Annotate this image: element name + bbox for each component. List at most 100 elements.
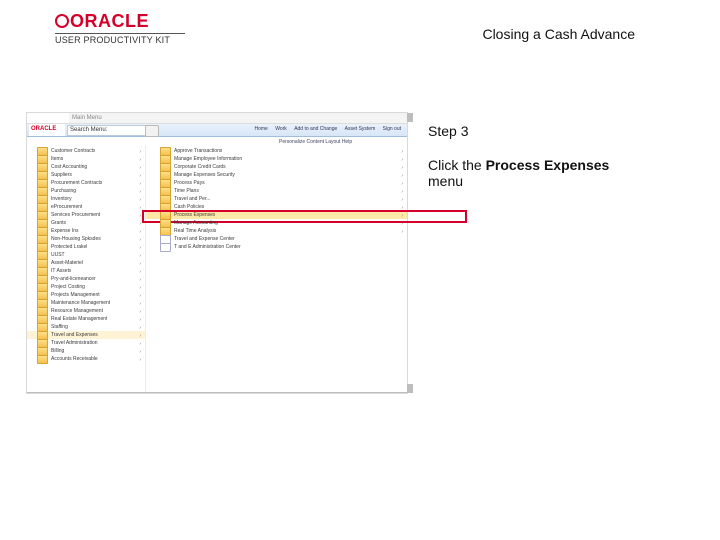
- menu-item[interactable]: Real Estate Management›: [27, 315, 145, 323]
- menu-item-label: Travel and Expenses: [51, 332, 98, 338]
- menu-item-label: Customer Contracts: [51, 148, 95, 154]
- menu-item[interactable]: Maintenance Management›: [27, 299, 145, 307]
- menu-item-label: Approve Transactions: [174, 148, 222, 154]
- menu-item[interactable]: Grants›: [27, 219, 145, 227]
- menu-item[interactable]: Staffing›: [27, 323, 145, 331]
- menu-item-label: Process Expenses: [174, 212, 215, 218]
- menu-item-label: Real Estate Management: [51, 316, 107, 322]
- page-icon: [160, 243, 171, 252]
- menu-item-label: Manage Expenses Security: [174, 172, 235, 178]
- menu-item-label: Cost Accounting: [51, 164, 87, 170]
- folder-icon: [37, 355, 48, 364]
- menu-item[interactable]: Manage Expenses Security›: [146, 171, 407, 179]
- menu-item-label: Procurement Contracts: [51, 180, 102, 186]
- menu-item[interactable]: Procurement Contracts›: [27, 179, 145, 187]
- menu-item-label: Projects Management: [51, 292, 100, 298]
- nav-add[interactable]: Add to and Change: [294, 126, 337, 132]
- menu-item[interactable]: Services Procurement›: [27, 211, 145, 219]
- menu-item[interactable]: Manage Accounting›: [146, 219, 407, 227]
- menu-item-label: Inventory: [51, 196, 72, 202]
- menu-item[interactable]: Process Expenses›: [146, 211, 407, 219]
- menu-item-label: Items: [51, 156, 63, 162]
- menu-item[interactable]: Suppliers›: [27, 171, 145, 179]
- menu-item[interactable]: T and E Administration Center: [146, 243, 407, 251]
- menu-item-label: Purchasing: [51, 188, 76, 194]
- menu-item-label: Grants: [51, 220, 66, 226]
- instruction-text: Click the Process Expenses menu: [428, 157, 630, 189]
- menu-item-label: Suppliers: [51, 172, 72, 178]
- instruction-panel: Step 3 Click the Process Expenses menu: [428, 123, 630, 189]
- menu-item-label: UUST: [51, 252, 65, 258]
- menu-item[interactable]: Accounts Receivable›: [27, 355, 145, 363]
- nav-work[interactable]: Work: [275, 126, 287, 132]
- app-logo: ORACLE: [29, 124, 65, 136]
- menu-item[interactable]: Real Time Analysis›: [146, 227, 407, 235]
- menu-item[interactable]: Inventory›: [27, 195, 145, 203]
- menu-item[interactable]: Projects Management›: [27, 291, 145, 299]
- scrollbar-stub-bottom: [407, 384, 413, 393]
- menu-item-label: Staffing: [51, 324, 68, 330]
- instruction-bold: Process Expenses: [486, 157, 610, 173]
- menu-item[interactable]: Travel Administration›: [27, 339, 145, 347]
- menu-item-label: Project Costing: [51, 284, 85, 290]
- menu-item[interactable]: Approve Transactions›: [146, 147, 407, 155]
- brand-logo: ORACLE USER PRODUCTIVITY KIT: [55, 12, 185, 45]
- nav-asset[interactable]: Asset System: [345, 126, 376, 132]
- menu-item-label: Billing: [51, 348, 64, 354]
- scrollbar-stub-top: [407, 113, 413, 122]
- menu-item-label: Non-Housing Spksdes: [51, 236, 101, 242]
- menu-item-label: eProcurement: [51, 204, 82, 210]
- menu-item-label: Pry-and-liceneancer: [51, 276, 96, 282]
- oracle-wordmark: ORACLE: [55, 12, 185, 30]
- menu-item[interactable]: Travel and Expenses›: [27, 331, 145, 339]
- menu-item-label: IT Assets: [51, 268, 71, 274]
- app-screenshot: Main Menu ORACLE Search Menu: Home Work …: [26, 112, 408, 394]
- menu-col-right: Approve Transactions›Manage Employee Inf…: [146, 145, 407, 393]
- menu-item-label: Manage Employee Information: [174, 156, 242, 162]
- menu-item-label: Resource Management: [51, 308, 103, 314]
- menu-item-label: Maintenance Management: [51, 300, 110, 306]
- menu-item[interactable]: Pry-and-liceneancer›: [27, 275, 145, 283]
- menu-item[interactable]: UUST›: [27, 251, 145, 259]
- menu-item[interactable]: Expense Ins›: [27, 227, 145, 235]
- menu-item[interactable]: eProcurement›: [27, 203, 145, 211]
- menu-item-label: Time Plans: [174, 188, 199, 194]
- menu-item[interactable]: Protected Lrakel›: [27, 243, 145, 251]
- menu-item-label: Protected Lrakel: [51, 244, 87, 250]
- menu-item[interactable]: Purchasing›: [27, 187, 145, 195]
- menu-item[interactable]: Corporate Credit Cards›: [146, 163, 407, 171]
- menu-item[interactable]: Cost Accounting›: [27, 163, 145, 171]
- menu-item-label: Corporate Credit Cards: [174, 164, 226, 170]
- header-nav: Home Work Add to and Change Asset System…: [248, 126, 401, 132]
- menu-item[interactable]: Asset-Materiel›: [27, 259, 145, 267]
- menu-item[interactable]: Billing›: [27, 347, 145, 355]
- app-window: Main Menu ORACLE Search Menu: Home Work …: [27, 113, 407, 393]
- brand-text: ORACLE: [70, 11, 149, 31]
- menu-item[interactable]: Items›: [27, 155, 145, 163]
- menu-item[interactable]: Time Plans›: [146, 187, 407, 195]
- menu-item[interactable]: Cash Policies›: [146, 203, 407, 211]
- menu-item[interactable]: Customer Contracts›: [27, 147, 145, 155]
- breadcrumb-tab[interactable]: Main Menu: [69, 113, 407, 123]
- menu-col-left: Customer Contracts›Items›Cost Accounting…: [27, 145, 146, 393]
- menu-item[interactable]: Manage Employee Information›: [146, 155, 407, 163]
- menu-item[interactable]: Resource Management›: [27, 307, 145, 315]
- menu-item[interactable]: Process Pays›: [146, 179, 407, 187]
- nav-signout[interactable]: Sign out: [383, 126, 401, 132]
- menu-item[interactable]: IT Assets›: [27, 267, 145, 275]
- nav-home[interactable]: Home: [254, 126, 267, 132]
- search-menu-label: Search Menu:: [67, 125, 147, 136]
- menu-body: Customer Contracts›Items›Cost Accounting…: [27, 145, 407, 393]
- menu-item[interactable]: Project Costing›: [27, 283, 145, 291]
- menu-item-label: Travel Administration: [51, 340, 98, 346]
- menu-item-label: Accounts Receivable: [51, 356, 98, 362]
- instruction-pre: Click the: [428, 157, 486, 173]
- menu-item[interactable]: Non-Housing Spksdes›: [27, 235, 145, 243]
- menu-item[interactable]: Travel and Per...›: [146, 195, 407, 203]
- menu-item[interactable]: Travel and Expense Center: [146, 235, 407, 243]
- menu-item-label: Travel and Per...: [174, 196, 211, 202]
- app-header: ORACLE Search Menu: Home Work Add to and…: [27, 124, 407, 137]
- subbrand-text: USER PRODUCTIVITY KIT: [55, 33, 185, 45]
- search-go-button[interactable]: [145, 125, 159, 137]
- menu-item-label: Manage Accounting: [174, 220, 218, 226]
